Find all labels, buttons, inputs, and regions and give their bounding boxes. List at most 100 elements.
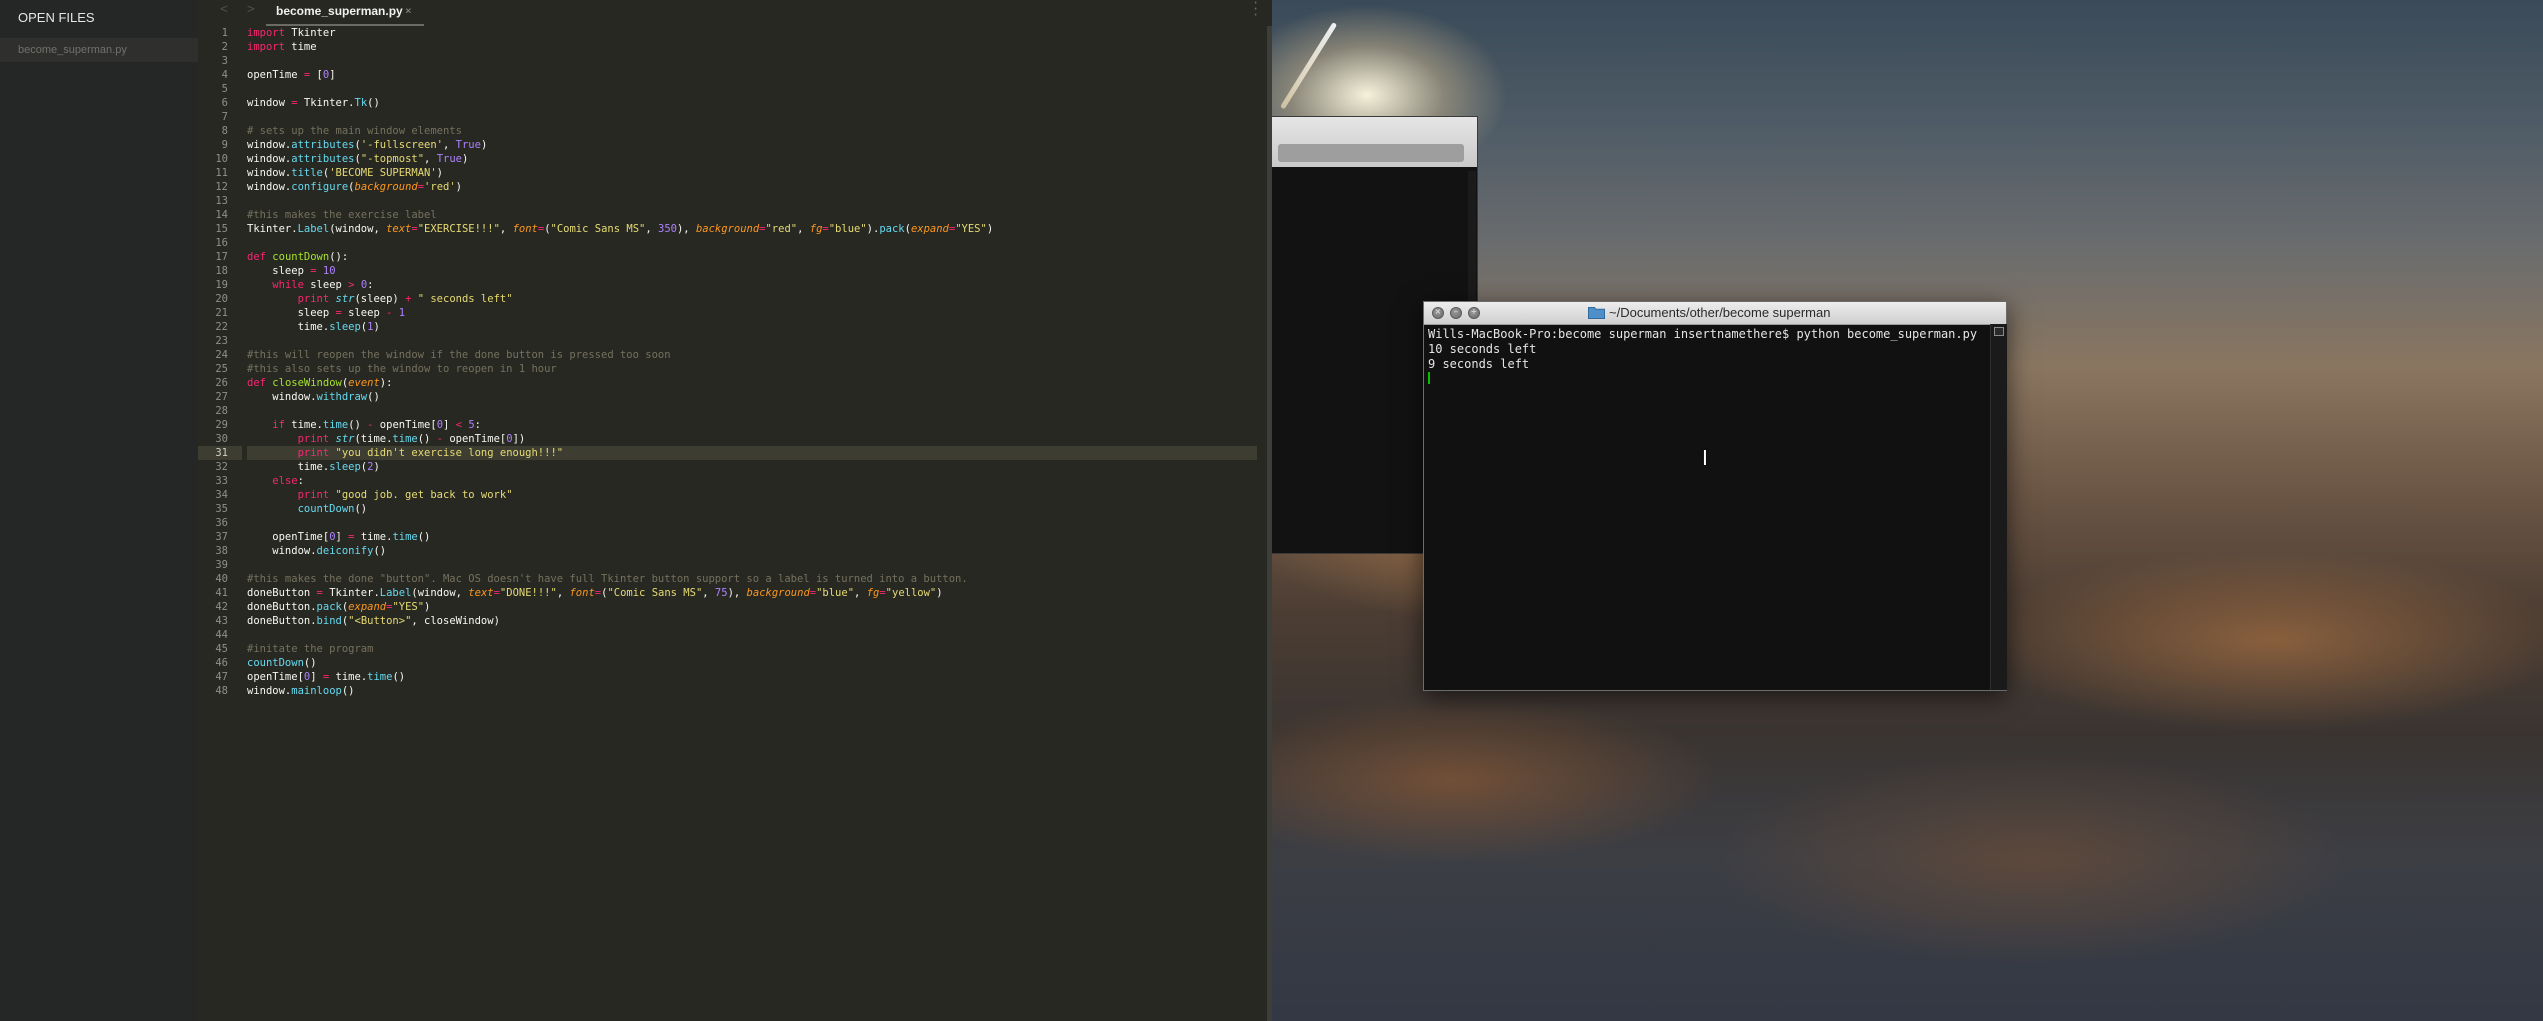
code-line[interactable]: window.attributes('-fullscreen', True) xyxy=(247,138,487,152)
code-line[interactable]: window.deiconify() xyxy=(247,544,386,558)
code-line[interactable]: window.withdraw() xyxy=(247,390,380,404)
line-number: 9 xyxy=(221,139,228,151)
code-line[interactable]: print "you didn't exercise long enough!!… xyxy=(247,446,1257,460)
code-line[interactable]: window.attributes("-topmost", True) xyxy=(247,152,468,166)
line-number: 18 xyxy=(215,265,228,277)
code-line[interactable]: print str(time.time() - openTime[0]) xyxy=(247,432,526,446)
terminal-titlebar[interactable]: × – + ~/Documents/other/become superman xyxy=(1424,302,2006,325)
code-line[interactable]: time.sleep(2) xyxy=(247,460,380,474)
code-line[interactable]: window.title('BECOME SUPERMAN') xyxy=(247,166,443,180)
code-line[interactable]: print "good job. get back to work" xyxy=(247,488,513,502)
line-number: 35 xyxy=(215,503,228,515)
line-number: 12 xyxy=(215,181,228,193)
line-number: 7 xyxy=(221,111,228,123)
tab-close-icon[interactable]: × xyxy=(405,4,412,17)
code-editor[interactable]: < > become_superman.py × · · · 1 2 3 4 5 6 7 8 9 10… xyxy=(198,0,1272,1021)
line-number: 38 xyxy=(215,545,228,557)
code-line[interactable]: import time xyxy=(247,40,317,54)
code-line[interactable]: import Tkinter xyxy=(247,26,336,40)
code-line[interactable]: time.sleep(1) xyxy=(247,320,380,334)
code-line[interactable]: def countDown(): xyxy=(247,250,348,264)
code-line[interactable]: def closeWindow(event): xyxy=(247,376,392,390)
line-number: 5 xyxy=(221,83,228,95)
code-line[interactable]: window.configure(background='red') xyxy=(247,180,462,194)
line-number: 26 xyxy=(215,377,228,389)
line-number: 36 xyxy=(215,517,228,529)
line-number: 47 xyxy=(215,671,228,683)
code-line[interactable]: sleep = sleep - 1 xyxy=(247,306,406,320)
terminal-scrollbar[interactable] xyxy=(1990,324,2007,690)
code-line[interactable]: else: xyxy=(247,474,304,488)
code-line[interactable]: openTime = [0] xyxy=(247,68,336,82)
code-line[interactable]: #this also sets up the window to reopen … xyxy=(247,362,557,376)
code-line[interactable]: window.mainloop() xyxy=(247,684,355,698)
line-number: 14 xyxy=(215,209,228,221)
line-number: 3 xyxy=(221,55,228,67)
line-number: 23 xyxy=(215,335,228,347)
code-line[interactable]: Tkinter.Label(window, text="EXERCISE!!!"… xyxy=(247,222,993,236)
code-line[interactable]: if time.time() - openTime[0] < 5: xyxy=(247,418,481,432)
line-number: 43 xyxy=(215,615,228,627)
code-line[interactable]: #initate the program xyxy=(247,642,373,656)
line-number: 33 xyxy=(215,475,228,487)
terminal-line: 10 seconds left xyxy=(1428,342,1537,356)
sidebar-file-item[interactable]: become_superman.py xyxy=(0,38,198,62)
overflow-menu-icon[interactable]: · · · xyxy=(1252,0,1259,21)
line-number: 25 xyxy=(215,363,228,375)
code-line[interactable]: doneButton.bind("<Button>", closeWindow) xyxy=(247,614,500,628)
code-line[interactable]: countDown() xyxy=(247,656,317,670)
line-number: 30 xyxy=(215,433,228,445)
line-number: 41 xyxy=(215,587,228,599)
code-line[interactable]: #this makes the exercise label xyxy=(247,208,437,222)
code-line[interactable]: #this will reopen the window if the done… xyxy=(247,348,671,362)
line-number: 46 xyxy=(215,657,228,669)
line-number: 40 xyxy=(215,573,228,585)
line-number: 31 xyxy=(198,446,242,460)
code-line[interactable]: openTime[0] = time.time() xyxy=(247,670,405,684)
code-line[interactable]: #this makes the done "button". Mac OS do… xyxy=(247,572,968,586)
line-number: 1 xyxy=(221,27,228,39)
tab-become-superman[interactable]: become_superman.py × xyxy=(266,0,424,26)
code-line[interactable]: print str(sleep) + " seconds left" xyxy=(247,292,513,306)
line-number: 4 xyxy=(221,69,228,81)
code-line[interactable]: doneButton.pack(expand="YES") xyxy=(247,600,430,614)
nav-back-icon[interactable]: < xyxy=(220,2,228,17)
scroll-split-icon[interactable] xyxy=(1994,327,2004,336)
code-line[interactable]: while sleep > 0: xyxy=(247,278,373,292)
code-line[interactable]: sleep = 10 xyxy=(247,264,335,278)
code-line[interactable]: doneButton = Tkinter.Label(window, text=… xyxy=(247,586,943,600)
line-number: 19 xyxy=(215,279,228,291)
code-line[interactable]: # sets up the main window elements xyxy=(247,124,462,138)
line-number: 2 xyxy=(221,41,228,53)
code-line[interactable]: countDown() xyxy=(247,502,368,516)
terminal-cursor xyxy=(1428,372,1430,384)
terminal-output[interactable]: Wills-MacBook-Pro:become superman insert… xyxy=(1428,327,1988,687)
folder-icon xyxy=(1588,307,1605,319)
line-number: 34 xyxy=(215,489,228,501)
tab-bar: < > become_superman.py × · · · xyxy=(198,0,1272,26)
zoom-icon: + xyxy=(1470,307,1478,316)
line-number: 22 xyxy=(215,321,228,333)
code-line[interactable]: window = Tkinter.Tk() xyxy=(247,96,380,110)
minimize-icon: – xyxy=(1454,307,1458,316)
zoom-button[interactable]: + xyxy=(1468,307,1480,319)
line-number: 20 xyxy=(215,293,228,305)
line-number: 39 xyxy=(215,559,228,571)
nav-forward-icon[interactable]: > xyxy=(247,2,255,17)
line-number: 27 xyxy=(215,391,228,403)
background-window-titlebar[interactable] xyxy=(1272,117,1477,167)
sidebar-heading: OPEN FILES xyxy=(18,10,95,25)
line-number: 44 xyxy=(215,629,228,641)
line-number: 28 xyxy=(215,405,228,417)
code-line[interactable]: openTime[0] = time.time() xyxy=(247,530,430,544)
line-number: 6 xyxy=(221,97,228,109)
line-number: 37 xyxy=(215,531,228,543)
terminal-line: 9 seconds left xyxy=(1428,357,1530,371)
close-button[interactable]: × xyxy=(1432,307,1444,319)
line-number: 29 xyxy=(215,419,228,431)
line-number: 17 xyxy=(215,251,228,263)
line-number: 8 xyxy=(221,125,228,137)
minimize-button[interactable]: – xyxy=(1450,307,1462,319)
terminal-window[interactable]: × – + ~/Documents/other/become superman … xyxy=(1423,301,2007,691)
background-window-field xyxy=(1278,144,1464,162)
